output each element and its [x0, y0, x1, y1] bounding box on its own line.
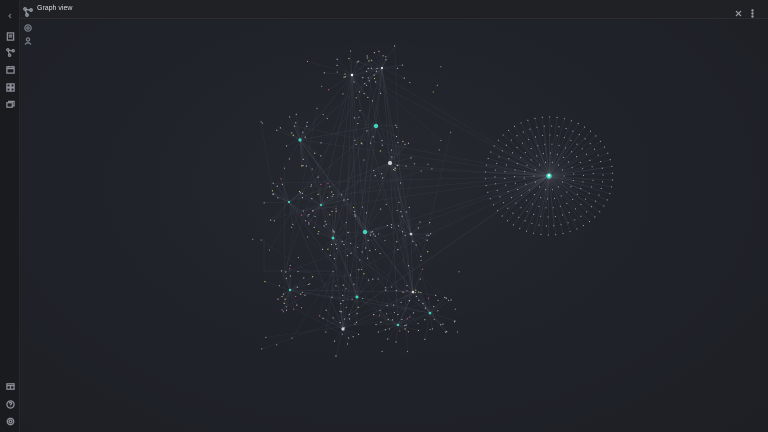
graph-icon[interactable] — [4, 46, 16, 58]
graph-view-app: Graph view — [0, 0, 768, 432]
close-icon[interactable] — [734, 5, 743, 17]
help-icon[interactable] — [4, 398, 16, 410]
graph-settings-icon[interactable] — [24, 19, 32, 32]
vault-icon[interactable] — [4, 380, 16, 392]
view-header: Graph view — [20, 0, 768, 19]
chevron-left-icon[interactable] — [7, 6, 13, 19]
local-graph-icon[interactable] — [24, 32, 32, 45]
more-options-icon[interactable] — [748, 5, 757, 18]
settings-icon[interactable] — [4, 415, 16, 427]
graph-canvas[interactable] — [20, 20, 768, 432]
puzzle-icon[interactable] — [4, 81, 16, 93]
graph-view-icon — [23, 4, 33, 17]
view-title: Graph view — [37, 5, 73, 12]
calendar-icon[interactable] — [4, 63, 16, 75]
left-ribbon — [0, 0, 20, 432]
files-icon[interactable] — [4, 30, 16, 42]
layers-icon[interactable] — [4, 98, 16, 110]
